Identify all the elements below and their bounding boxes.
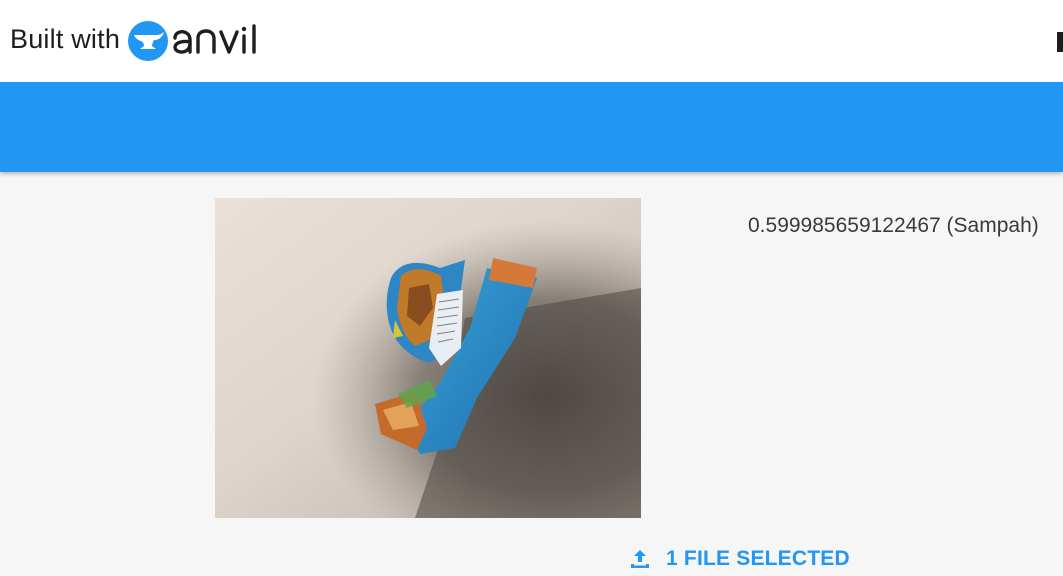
- upload-icon: [631, 550, 649, 568]
- file-upload-button[interactable]: 1 FILE SELECTED: [628, 543, 850, 575]
- anvil-logo-icon[interactable]: [127, 20, 169, 62]
- upload-status-label: 1 FILE SELECTED: [666, 547, 850, 570]
- uploaded-image: [215, 198, 641, 518]
- edge-partial-element: [1057, 32, 1063, 52]
- app-header-bar: [0, 82, 1063, 172]
- crumpled-snack-wrapper-photo: [215, 198, 641, 518]
- anvil-wordmark: [173, 24, 256, 54]
- prediction-result-text: 0.599985659122467 (Sampah): [748, 214, 1039, 237]
- top-bar: Built with: [0, 0, 1063, 82]
- built-with-label: Built with: [10, 24, 121, 54]
